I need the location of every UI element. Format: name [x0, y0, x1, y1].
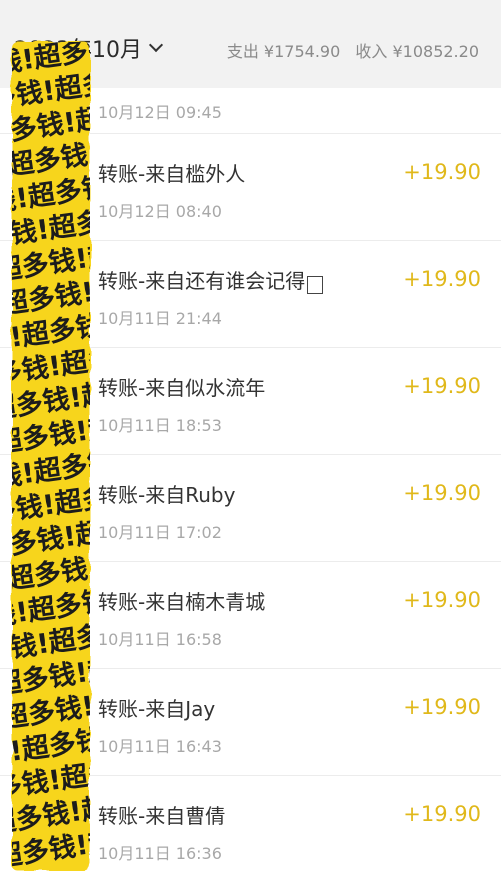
transaction-time: 10月11日 16:43 [98, 737, 222, 756]
transaction-title: 转账-来自槛外人 [98, 162, 246, 186]
expense-value: ¥1754.90 [263, 42, 341, 61]
transaction-title: 转账-来自Jay [98, 697, 216, 721]
transaction-time: 10月11日 16:36 [98, 844, 222, 863]
transaction-time: 10月11日 16:58 [98, 630, 222, 649]
transaction-amount: +19.90 [403, 481, 481, 505]
transaction-amount: +19.90 [403, 374, 481, 398]
transaction-title: 转账-来自似水流年 [98, 376, 266, 400]
sticker-overlay: 钱!超多钱!超多钱!超多多钱!超多钱!超多钱!超超多钱!超多钱!超多钱!!超多钱… [12, 42, 90, 871]
transaction-title: 转账-来自Ruby [98, 483, 236, 507]
income-label: 收入 [355, 42, 388, 61]
transaction-amount: +19.90 [403, 160, 481, 184]
transaction-amount: +19.90 [403, 588, 481, 612]
transaction-time: 10月11日 18:53 [98, 416, 222, 435]
transaction-amount: +19.90 [403, 802, 481, 826]
missing-glyph-icon [307, 276, 324, 294]
monthly-summary: 支出 ¥1754.90 收入 ¥10852.20 [227, 38, 479, 62]
transaction-title-wrap: 转账-来自还有谁会记得 [98, 265, 324, 294]
transaction-time: 10月11日 17:02 [98, 523, 222, 542]
transaction-title: 转账-来自曹倩 [98, 804, 226, 828]
transaction-amount: +19.90 [403, 695, 481, 719]
transaction-time: 10月12日 09:45 [98, 103, 222, 122]
expense-label: 支出 [226, 42, 259, 61]
transaction-time: 10月11日 21:44 [98, 309, 222, 328]
chevron-down-icon [148, 37, 164, 53]
income-value: ¥10852.20 [392, 42, 479, 61]
transaction-title: 转账-来自还有谁会记得 [98, 269, 306, 293]
transaction-time: 10月12日 08:40 [98, 202, 222, 221]
transaction-amount: +19.90 [403, 267, 481, 291]
sticker-text: 钱!超多钱!超多钱!超多多钱!超多钱!超多钱!超超多钱!超多钱!超多钱!!超多钱… [12, 42, 90, 871]
transaction-title: 转账-来自楠木青城 [98, 590, 266, 614]
